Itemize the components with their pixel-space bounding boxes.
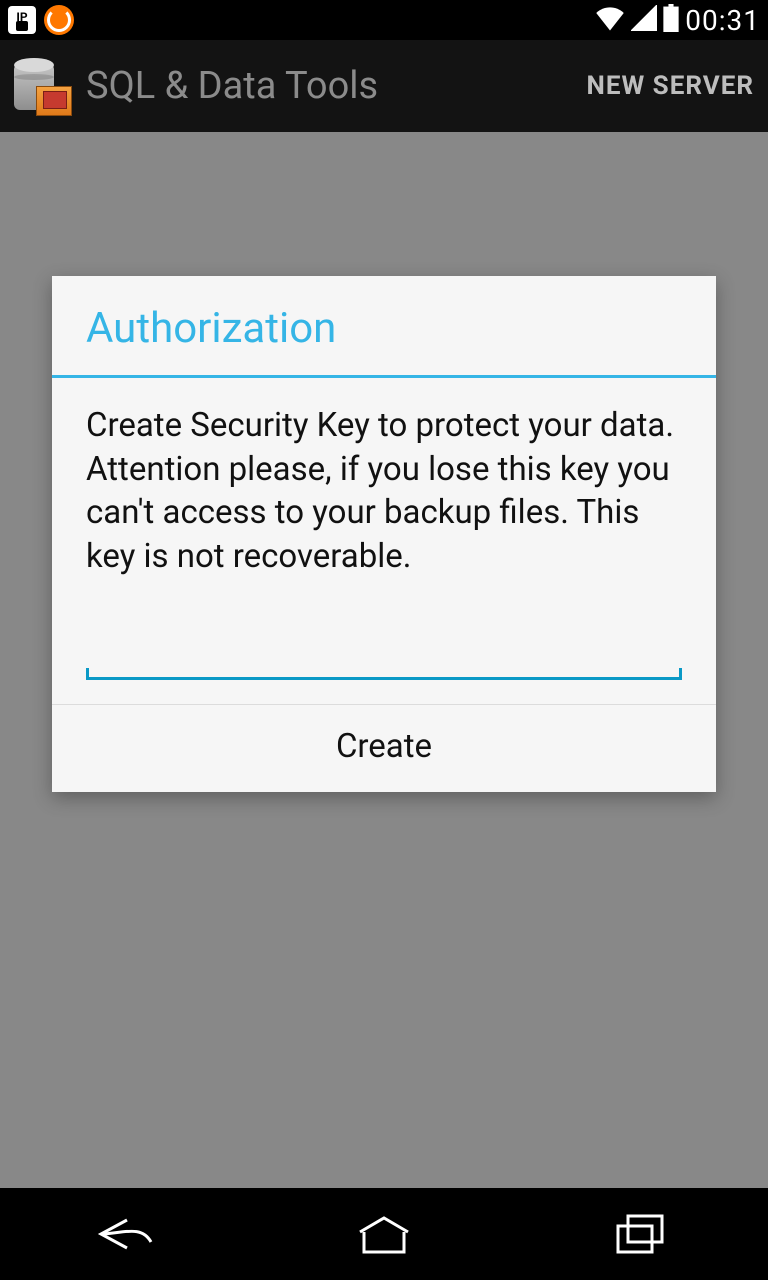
action-bar: SQL & Data Tools NEW SERVER bbox=[0, 40, 768, 132]
system-nav-bar bbox=[0, 1188, 768, 1280]
status-bar: 00:31 bbox=[0, 0, 768, 40]
app-title: SQL & Data Tools bbox=[86, 64, 378, 108]
wifi-icon bbox=[595, 5, 625, 35]
security-key-input[interactable] bbox=[86, 624, 682, 680]
back-button[interactable] bbox=[83, 1204, 173, 1264]
status-left-icons bbox=[8, 5, 74, 35]
dialog-title: Authorization bbox=[52, 276, 716, 375]
new-server-button[interactable]: NEW SERVER bbox=[587, 71, 755, 101]
avast-icon bbox=[44, 5, 74, 35]
create-button[interactable]: Create bbox=[52, 705, 716, 792]
dialog-body-text: Create Security Key to protect your data… bbox=[52, 378, 716, 588]
battery-icon bbox=[663, 4, 679, 36]
status-time: 00:31 bbox=[685, 4, 760, 37]
security-key-field-wrap bbox=[52, 588, 716, 704]
content-area: Authorization Create Security Key to pro… bbox=[0, 132, 768, 1188]
app-icon bbox=[14, 58, 70, 114]
authorization-dialog: Authorization Create Security Key to pro… bbox=[52, 276, 716, 792]
phone-ip-icon bbox=[8, 6, 36, 34]
recent-apps-button[interactable] bbox=[595, 1204, 685, 1264]
home-button[interactable] bbox=[339, 1204, 429, 1264]
status-right: 00:31 bbox=[595, 4, 760, 37]
cell-signal-icon bbox=[631, 5, 657, 35]
